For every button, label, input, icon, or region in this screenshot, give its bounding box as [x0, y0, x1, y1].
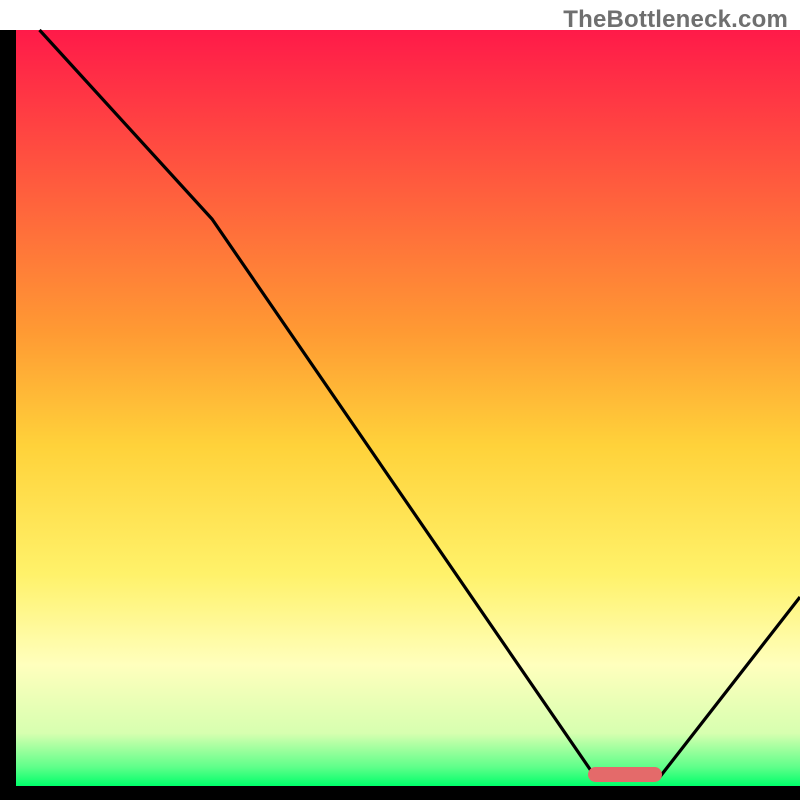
optimal-zone-marker — [588, 767, 662, 782]
x-axis — [0, 786, 800, 800]
bottleneck-chart — [0, 0, 800, 800]
y-axis — [0, 30, 16, 800]
watermark-text: TheBottleneck.com — [563, 6, 788, 34]
chart-background — [16, 30, 800, 786]
